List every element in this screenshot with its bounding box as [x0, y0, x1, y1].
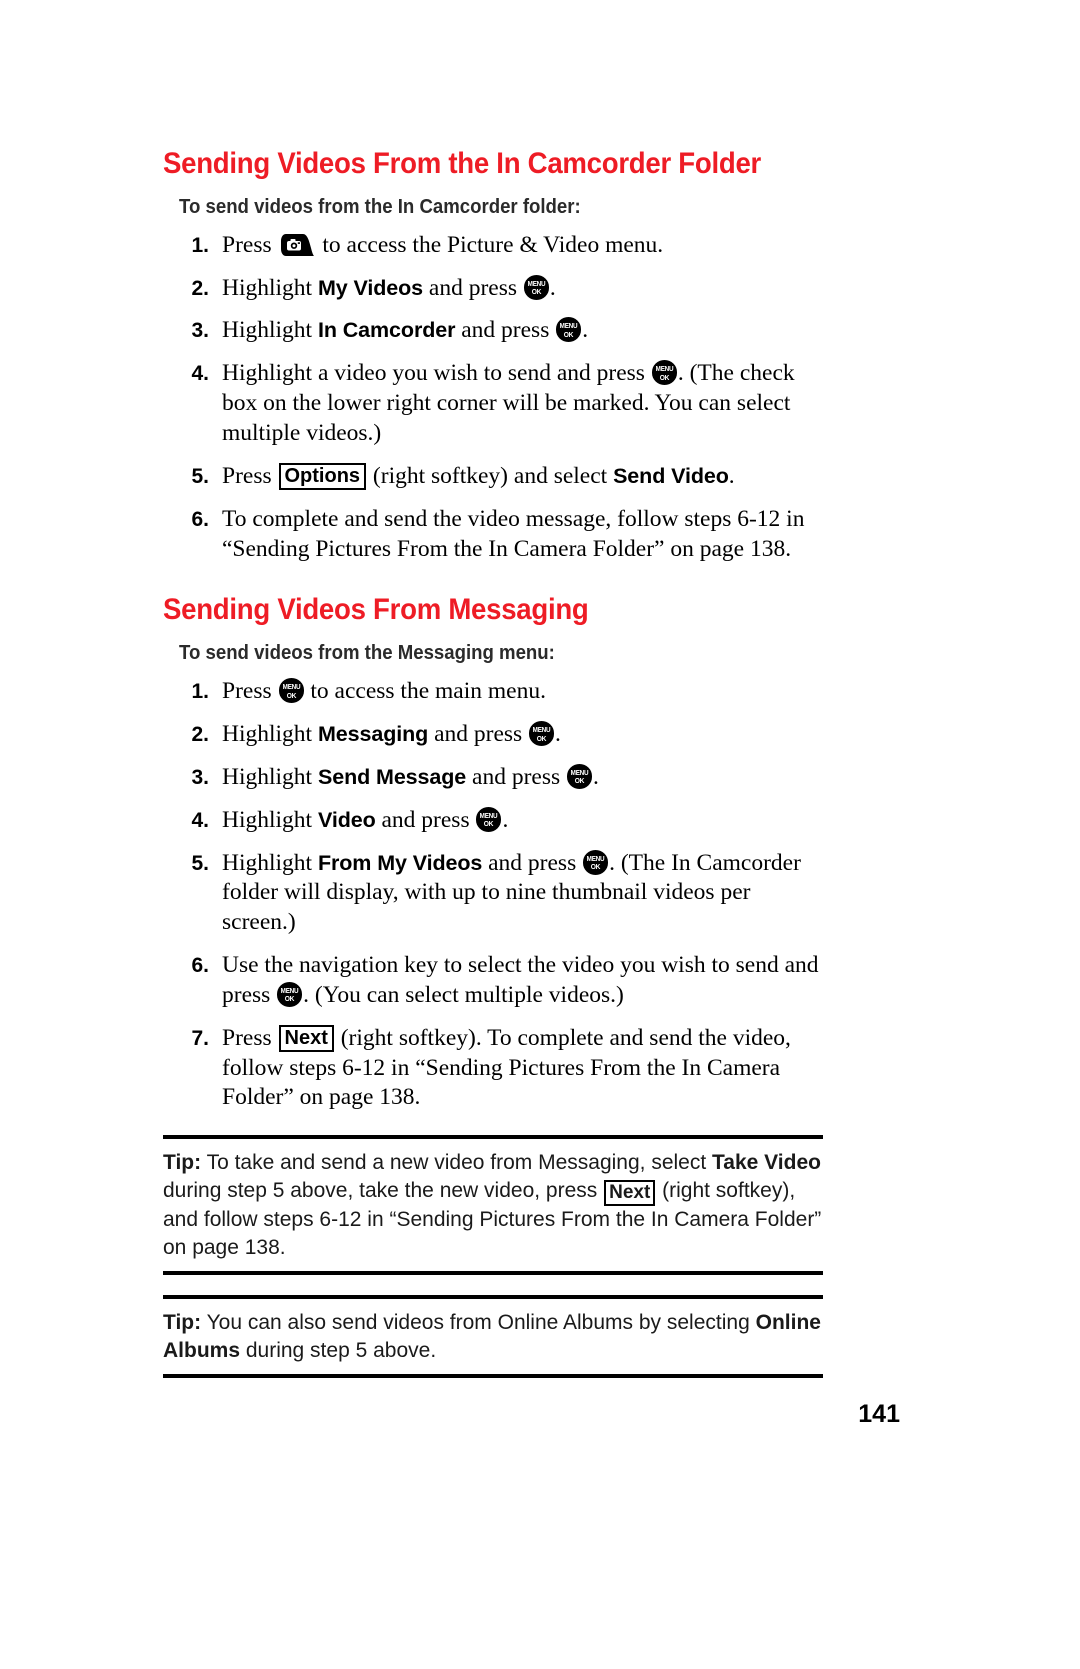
- page-number: 141: [858, 1400, 900, 1428]
- ui-term: Messaging: [317, 722, 429, 747]
- list-item: 4. Highlight a video you wish to send and…: [179, 359, 823, 449]
- step-number: 5.: [191, 851, 209, 875]
- sub-heading-in-camcorder: To send videos from the In Camcorder fol…: [179, 195, 581, 218]
- step-number: 6.: [191, 507, 209, 531]
- step-number: 2.: [191, 276, 209, 300]
- tip-text: Tip: To take and send a new video from M…: [163, 1151, 822, 1259]
- tip-box-online-albums: Tip: You can also send videos from Onlin…: [163, 1295, 823, 1379]
- list-item: 2. Highlight My Videos and press MENU OK.: [179, 274, 823, 304]
- step-text: Highlight My Videos and press MENU OK.: [222, 274, 556, 301]
- menu-ok-key-icon: MENU OK: [277, 981, 303, 1007]
- step-text: Highlight Messaging and press MENU OK.: [222, 721, 561, 748]
- list-item: 7. Press Next (right softkey). To complet…: [179, 1024, 823, 1114]
- menu-ok-key-icon: MENU OK: [567, 763, 592, 789]
- camera-key-icon: [280, 232, 316, 258]
- step-number: 3.: [191, 319, 209, 343]
- list-item: 4. Highlight Video and press MENU OK.: [179, 806, 823, 836]
- list-item: 6. To complete and send the video message…: [179, 505, 823, 565]
- softkey-next[interactable]: Next: [604, 1179, 656, 1207]
- step-number: 1.: [191, 680, 209, 704]
- step-text: Highlight a video you wish to send and p…: [222, 360, 795, 447]
- ui-term: Send Video: [613, 463, 729, 488]
- steps-list-in-camcorder: 1. Press to access the Picture & Video me…: [163, 231, 823, 565]
- tip-label: Tip:: [163, 1311, 202, 1335]
- menu-ok-key-icon: MENU OK: [278, 678, 304, 704]
- step-number: 4.: [191, 808, 209, 832]
- ui-term: Send Message: [317, 764, 467, 789]
- step-text: Highlight Send Message and press MENU OK.: [222, 763, 599, 790]
- ui-term: Take Video: [712, 1151, 821, 1175]
- list-item: 5. Press Options (right softkey) and sele…: [179, 462, 823, 492]
- step-text: To complete and send the video message, …: [222, 505, 805, 562]
- tip-box-take-video: Tip: To take and send a new video from M…: [163, 1135, 823, 1276]
- step-number: 3.: [191, 765, 209, 789]
- menu-ok-key-icon: MENU OK: [529, 721, 555, 747]
- list-item: 6. Use the navigation key to select the v…: [179, 951, 823, 1011]
- ui-term: From My Videos: [317, 850, 483, 875]
- ui-term: Online Albums: [163, 1311, 821, 1362]
- menu-ok-key-icon: MENU OK: [476, 806, 502, 832]
- step-number: 2.: [191, 723, 209, 747]
- menu-ok-key-icon: MENU OK: [556, 317, 582, 343]
- step-text: Use the navigation key to select the vid…: [222, 952, 819, 1008]
- step-text: Highlight In Camcorder and press MENU OK.: [222, 317, 589, 344]
- sub-heading-messaging: To send videos from the Messaging menu:: [179, 642, 555, 665]
- step-number: 4.: [191, 362, 209, 386]
- tip-label: Tip:: [163, 1151, 202, 1175]
- list-item: 3. Highlight In Camcorder and press MENU O…: [179, 316, 823, 346]
- step-text: Press to access the Picture & Video menu…: [222, 231, 664, 258]
- list-item: 5. Highlight From My Videos and press MEN…: [179, 849, 823, 939]
- step-text: Press MENU OK to access the main menu.: [222, 678, 546, 705]
- list-item: 1. Press to access the Picture & Video me…: [179, 231, 823, 261]
- step-number: 6.: [191, 954, 209, 978]
- page-title-sending-videos-in-camcorder: Sending Videos From the In Camcorder Fol…: [163, 147, 761, 180]
- ui-term: My Videos: [317, 275, 424, 300]
- ui-term: In Camcorder: [317, 318, 456, 343]
- list-item: 2. Highlight Messaging and press MENU OK.: [179, 720, 823, 750]
- step-number: 1.: [191, 233, 209, 257]
- step-number: 7.: [191, 1026, 209, 1050]
- list-item: 3. Highlight Send Message and press MENU O…: [179, 763, 823, 793]
- section-messaging: Sending Videos From Messaging To send vi…: [163, 594, 823, 1113]
- menu-ok-key-icon: MENU OK: [583, 849, 609, 875]
- tip-text: Tip: You can also send videos from Onlin…: [163, 1311, 821, 1362]
- step-text: Press Options (right softkey) and select…: [222, 462, 735, 491]
- softkey-next[interactable]: Next: [278, 1024, 334, 1053]
- step-number: 5.: [191, 464, 209, 488]
- softkey-options[interactable]: Options: [278, 462, 367, 491]
- step-text: Press Next (right softkey). To complete …: [222, 1024, 791, 1111]
- manual-page: Sending Videos From the In Camcorder Fol…: [0, 0, 1080, 1669]
- step-text: Highlight From My Videos and press MENU O…: [222, 849, 801, 936]
- ui-term: Video: [317, 807, 376, 832]
- section-in-camcorder-folder: Sending Videos From the In Camcorder Fol…: [163, 148, 823, 564]
- menu-ok-key-icon: MENU OK: [523, 274, 549, 300]
- menu-ok-key-icon: MENU OK: [651, 360, 677, 386]
- page-content: Sending Videos From the In Camcorder Fol…: [163, 148, 823, 1379]
- list-item: 1. Press MENU OK to access the main menu.: [179, 677, 823, 707]
- step-text: Highlight Video and press MENU OK.: [222, 806, 509, 833]
- steps-list-messaging: 1. Press MENU OK to access the main menu. 2…: [163, 677, 823, 1113]
- page-title-sending-videos-messaging: Sending Videos From Messaging: [163, 593, 589, 627]
